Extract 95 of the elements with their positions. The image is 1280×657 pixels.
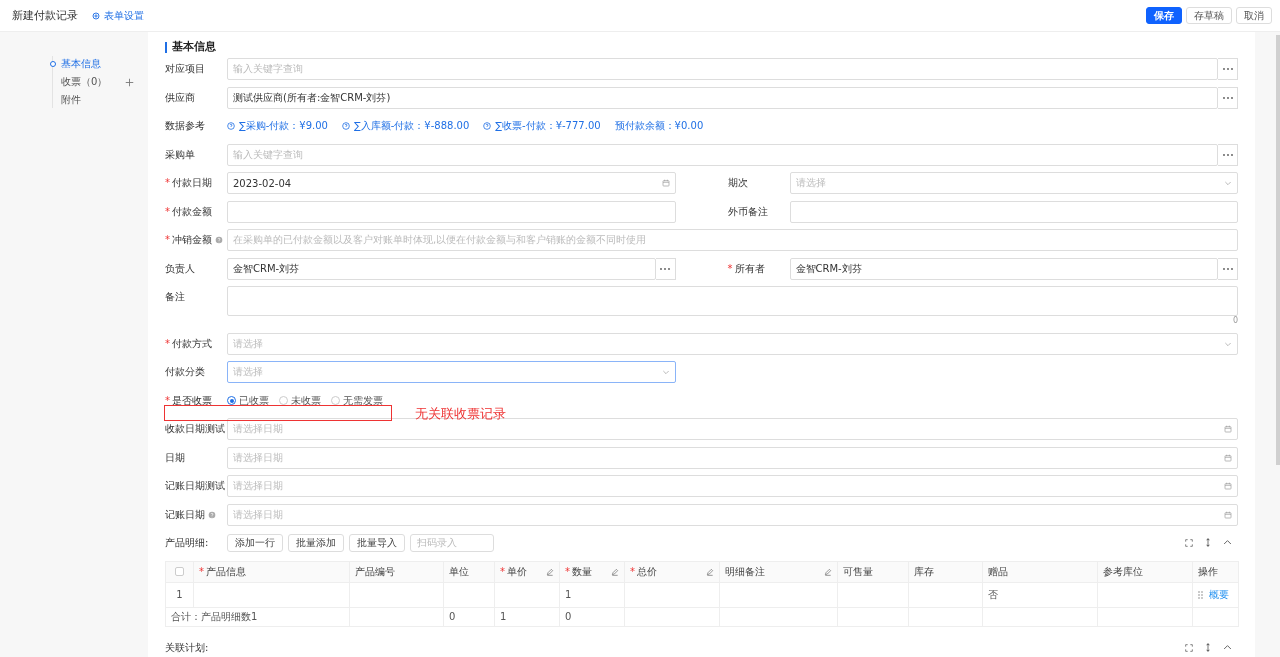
- input-field[interactable]: [789, 200, 1238, 223]
- grip-icon[interactable]: [1198, 590, 1203, 599]
- field-label: * 付款方式: [165, 336, 212, 351]
- section-label: 产品明细:: [165, 535, 210, 550]
- field-label: 日期: [165, 450, 185, 465]
- more-button[interactable]: [1218, 143, 1238, 166]
- chevron-up-icon[interactable]: [1223, 538, 1232, 547]
- ellipsis-icon: [1222, 96, 1233, 99]
- calendar-icon: [1224, 453, 1232, 462]
- calendar-icon: [661, 179, 670, 187]
- column-header: * 数量: [565, 564, 592, 579]
- column-header: * 产品信息: [199, 564, 246, 579]
- nav-item[interactable]: 基本信息: [53, 56, 139, 72]
- header-button[interactable]: 取消: [1236, 7, 1272, 24]
- vertical-arrows-icon[interactable]: [1205, 643, 1211, 652]
- scrollbar[interactable]: [1276, 35, 1280, 465]
- lookup-field[interactable]: 测试供应商(所有者:金智CRM-刘芬): [227, 86, 1218, 109]
- radio-option[interactable]: 无需发票: [331, 393, 383, 408]
- column-header: 操作: [1198, 564, 1218, 579]
- reference-link[interactable]: 预付款余额：¥0.00: [614, 119, 704, 133]
- plus-icon[interactable]: [125, 77, 134, 87]
- reference-link[interactable]: ∑收票-付款：¥-777.00: [483, 119, 601, 133]
- reference-link[interactable]: ∑采购-付款：¥9.00: [227, 119, 328, 133]
- field-label: * 所有者: [727, 261, 765, 276]
- table-cell: 1: [500, 611, 507, 622]
- column-header: 产品编号: [355, 564, 395, 579]
- calendar-icon: [1224, 482, 1232, 490]
- section-title: 基本信息: [172, 40, 216, 54]
- fullscreen-icon[interactable]: [1185, 538, 1193, 547]
- chevron-down-icon: [1224, 179, 1232, 187]
- input-field[interactable]: [227, 200, 676, 223]
- ellipsis-icon: [1222, 267, 1233, 270]
- column-header: 明细备注: [725, 564, 765, 579]
- field-label: 对应项目: [165, 62, 205, 76]
- reference-link[interactable]: ∑入库额-付款：¥-888.00: [342, 119, 470, 133]
- field-label: 备注: [165, 290, 185, 304]
- nav-item[interactable]: 收票（0）: [53, 74, 139, 90]
- column-header: 可售量: [843, 564, 873, 579]
- field-label: 期次: [727, 176, 748, 190]
- char-counter: 0: [1232, 316, 1238, 325]
- radio-option[interactable]: 未收票: [279, 393, 321, 408]
- more-button[interactable]: [1218, 58, 1238, 80]
- date-field[interactable]: 2023-02-04: [227, 172, 676, 194]
- calendar-icon: [1224, 425, 1232, 433]
- toolbar-button[interactable]: 批量添加: [288, 533, 344, 552]
- field-label: 记账日期测试: [165, 479, 225, 493]
- field-label: 供应商: [165, 90, 195, 105]
- field-label: * 付款日期: [165, 176, 212, 190]
- ellipsis-icon: [660, 267, 670, 270]
- textarea-field[interactable]: [227, 286, 1238, 316]
- radio-option[interactable]: 已收票: [227, 393, 269, 408]
- nav-item[interactable]: 附件: [53, 92, 139, 108]
- lookup-field[interactable]: 金智CRM-刘芬: [227, 257, 656, 280]
- chevron-up-icon[interactable]: [1223, 643, 1232, 652]
- column-header: * 总价: [630, 564, 657, 579]
- column-header: 参考库位: [1103, 564, 1143, 579]
- table-cell: 1: [565, 589, 572, 600]
- field-label: 记账日期: [165, 507, 205, 522]
- table-cell: 0: [449, 611, 456, 622]
- column-header: 单位: [449, 564, 469, 579]
- scan-input[interactable]: 扫码录入: [410, 533, 494, 552]
- field-label: * 是否收票: [165, 393, 212, 408]
- more-button[interactable]: [1218, 86, 1238, 109]
- total-label: 合计：产品明细数1: [171, 610, 258, 622]
- gear-icon: [92, 11, 100, 20]
- header-button[interactable]: 存草稿: [1186, 7, 1232, 24]
- lookup-field[interactable]: 金智CRM-刘芬: [789, 257, 1218, 280]
- column-header: * 单价: [500, 564, 527, 579]
- field-label: 外币备注: [727, 204, 768, 219]
- more-button[interactable]: [655, 257, 676, 280]
- field-label: 采购单: [165, 147, 195, 162]
- ellipsis-icon: [1222, 153, 1233, 156]
- more-button[interactable]: [1218, 257, 1238, 280]
- chevron-down-icon: [661, 368, 670, 376]
- field-label: 收款日期测试: [165, 422, 225, 436]
- table-cell: 否: [988, 588, 998, 600]
- vertical-arrows-icon[interactable]: [1205, 538, 1211, 547]
- field-label: 数据参考: [165, 119, 205, 133]
- calendar-icon: [1224, 510, 1232, 519]
- field-label: 付款分类: [165, 365, 205, 379]
- fullscreen-icon[interactable]: [1185, 643, 1193, 652]
- form-settings-link[interactable]: 表单设置: [92, 8, 144, 23]
- row-number: 1: [176, 589, 183, 600]
- toolbar-button[interactable]: 添加一行: [227, 533, 283, 552]
- toolbar-button[interactable]: 批量导入: [349, 533, 405, 552]
- table-cell: 0: [565, 611, 572, 622]
- section-label: 关联计划:: [165, 640, 210, 655]
- field-label: 负责人: [165, 261, 195, 276]
- column-header: 赠品: [988, 564, 1008, 579]
- field-label: * 冲销金额: [165, 233, 212, 247]
- page-title: 新建付款记录: [12, 8, 78, 23]
- header-button[interactable]: 保存: [1146, 7, 1182, 24]
- field-label: * 付款金额: [165, 204, 212, 219]
- column-header: 库存: [914, 564, 934, 579]
- checkbox[interactable]: [175, 567, 184, 576]
